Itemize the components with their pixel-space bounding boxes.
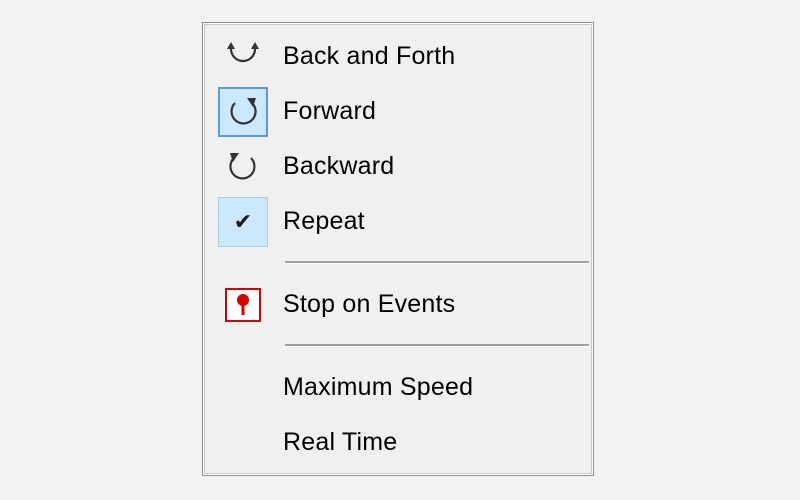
menu-item-gutter bbox=[203, 139, 283, 194]
menu-item-label: Back and Forth bbox=[283, 42, 456, 70]
menu-item-label: Real Time bbox=[283, 428, 398, 456]
menu-item-maximum-speed[interactable]: Maximum Speed bbox=[203, 360, 593, 415]
menu-separator bbox=[203, 249, 593, 277]
menu-item-label: Repeat bbox=[283, 207, 365, 235]
menu-item-gutter bbox=[203, 360, 283, 415]
menu-item-label: Forward bbox=[283, 97, 377, 125]
menu-item-real-time[interactable]: Real Time bbox=[203, 415, 593, 470]
menu-item-backward[interactable]: Backward bbox=[203, 139, 593, 194]
menu-item-label: Stop on Events bbox=[283, 290, 456, 318]
menu-item-gutter bbox=[203, 277, 283, 332]
menu-item-repeat[interactable]: ✔ Repeat bbox=[203, 194, 593, 249]
menu-item-back-and-forth[interactable]: Back and Forth bbox=[203, 29, 593, 84]
menu-item-gutter bbox=[203, 29, 283, 84]
check-icon: ✔ bbox=[218, 196, 268, 247]
back-and-forth-icon bbox=[218, 32, 268, 82]
menu-separator bbox=[203, 332, 593, 360]
menu-item-gutter: ✔ bbox=[203, 194, 283, 249]
menu-item-gutter bbox=[203, 84, 283, 139]
stop-pin-icon bbox=[225, 287, 261, 322]
forward-loop-icon bbox=[218, 86, 268, 137]
menu-item-label: Backward bbox=[283, 152, 395, 180]
backward-loop-icon bbox=[218, 142, 268, 192]
menu-item-label: Maximum Speed bbox=[283, 373, 474, 401]
menu-item-forward[interactable]: Forward bbox=[203, 84, 593, 139]
check-glyph: ✔ bbox=[233, 208, 253, 234]
menu-item-gutter bbox=[203, 415, 283, 470]
playback-context-menu: Back and Forth Forward Backward ✔ Repeat… bbox=[202, 22, 594, 476]
menu-item-stop-on-events[interactable]: Stop on Events bbox=[203, 277, 593, 332]
